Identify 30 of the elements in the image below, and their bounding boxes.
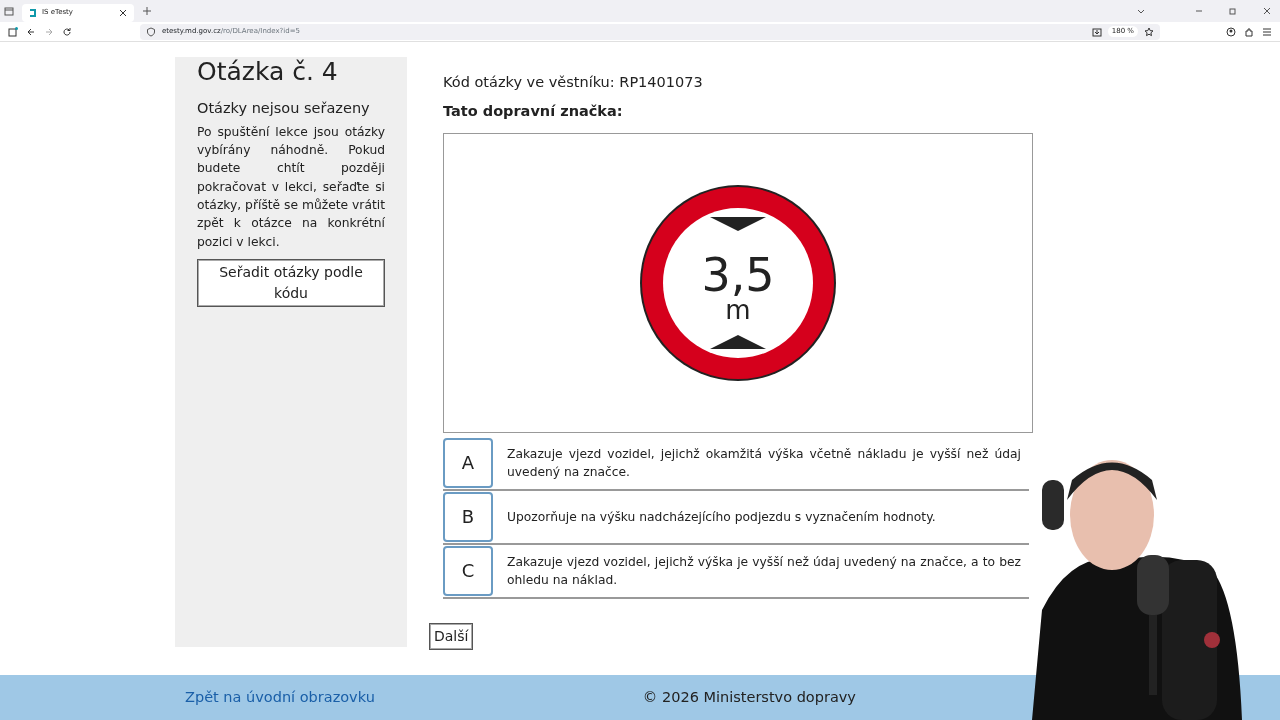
answer-letter-button[interactable]: B bbox=[443, 491, 493, 542]
shield-icon bbox=[146, 26, 156, 37]
home-screen-link[interactable]: Zpět na úvodní obrazovku bbox=[185, 686, 375, 709]
question-prompt: Tato dopravní značka: bbox=[443, 101, 624, 121]
next-button[interactable]: Další bbox=[429, 622, 474, 650]
answer-letter-button[interactable]: A bbox=[443, 437, 493, 488]
question-code: Kód otázky ve věstníku: RP1401073 bbox=[443, 73, 704, 92]
sort-questions-button[interactable]: Seřadit otázky podle kódu bbox=[197, 258, 385, 307]
account-icon[interactable] bbox=[1226, 26, 1236, 37]
site-icon bbox=[28, 7, 38, 18]
sort-status-heading: Otázky nejsou seřazeny bbox=[197, 99, 371, 118]
download-icon[interactable] bbox=[1091, 26, 1102, 37]
height-limit-sign: 3,5 m bbox=[638, 182, 838, 383]
close-icon[interactable] bbox=[118, 7, 128, 18]
star-icon[interactable] bbox=[1144, 26, 1154, 37]
answer-text: Zakazuje vjezd vozidel, jejichž výška je vyšší než údaj uvedený na značce, a to bez ohledu na náklad. bbox=[506, 553, 1022, 589]
back-icon[interactable] bbox=[26, 26, 36, 37]
sidebar-icon[interactable] bbox=[8, 26, 18, 37]
sort-explanation: Po spuštění lekce jsou otázky vybírány náhodně. Pokud budete chtít později pokračovat v lekci, seřaďte si otázky, příště se můžete vrátit zpět k otázce na konkrétní pozici v lekci. bbox=[197, 123, 385, 251]
answer-letter-button[interactable]: C bbox=[443, 545, 493, 596]
new-tab-icon[interactable] bbox=[142, 6, 152, 16]
tab-list-icon[interactable] bbox=[4, 6, 14, 16]
close-icon[interactable] bbox=[1262, 6, 1272, 16]
menu-icon[interactable] bbox=[1262, 26, 1272, 37]
answer-text: Zakazuje vjezd vozidel, jejichž okamžitá výška včetně nákladu je vyšší než údaj uvedený na značce. bbox=[506, 445, 1022, 481]
restore-icon[interactable] bbox=[1228, 6, 1238, 16]
answer-text: Upozorňuje na výšku nadcházejícího podjezdu s vyznačením hodnoty. bbox=[506, 508, 937, 526]
reload-icon[interactable] bbox=[62, 26, 72, 37]
question-number-heading: Otázka č. 4 bbox=[197, 59, 339, 84]
copyright-text: © 2026 Ministerstvo dopravy bbox=[642, 687, 856, 707]
